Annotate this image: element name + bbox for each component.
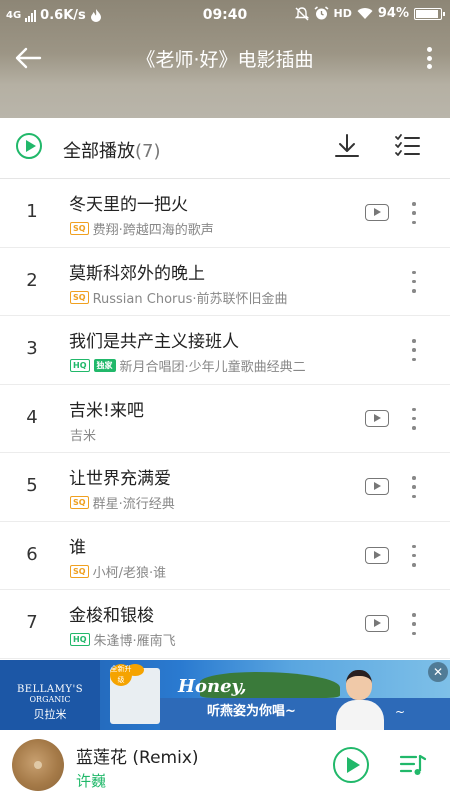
wifi-icon bbox=[357, 8, 373, 19]
song-index: 7 bbox=[26, 612, 38, 633]
song-row[interactable]: 7 金梭和银梭 HQ 朱逢博·雁南飞 bbox=[0, 590, 450, 659]
song-title: 金梭和银梭 bbox=[69, 606, 154, 626]
song-more-icon[interactable] bbox=[410, 544, 418, 567]
ad-signature-image: ~ bbox=[395, 705, 406, 719]
status-right: HD 94% bbox=[294, 6, 445, 21]
navbar: 《老师·好》电影插曲 bbox=[0, 36, 450, 80]
song-title: 我们是共产主义接班人 bbox=[69, 332, 239, 352]
song-more-icon[interactable] bbox=[410, 476, 418, 498]
quality-badge: SQ bbox=[70, 290, 89, 304]
play-all-label: 全部播放 bbox=[63, 141, 135, 162]
battery-percent: 94% bbox=[377, 6, 409, 21]
song-row[interactable]: 1 冬天里的一把火 SQ 费翔·跨越四海的歌声 bbox=[0, 179, 450, 248]
more-menu-button[interactable] bbox=[422, 44, 436, 72]
song-index: 6 bbox=[26, 543, 38, 565]
multi-select-icon[interactable] bbox=[393, 132, 421, 160]
song-title: 让世界充满爱 bbox=[69, 469, 171, 489]
song-subtitle: SQ 费翔·跨越四海的歌声 bbox=[70, 219, 214, 238]
song-more-icon[interactable] bbox=[410, 270, 418, 293]
now-playing-artist: 许巍 bbox=[76, 772, 107, 790]
song-index: 3 bbox=[26, 338, 38, 359]
song-row[interactable]: 6 谁 SQ 小柯/老狼·谁 bbox=[0, 522, 450, 590]
song-subtitle: 吉米 bbox=[70, 425, 96, 444]
song-more-icon[interactable] bbox=[410, 202, 418, 224]
ad-person-image bbox=[332, 666, 388, 730]
download-icon[interactable] bbox=[333, 132, 361, 160]
ad-banner[interactable]: BELLAMY'S ORGANIC 贝拉米 全新升级 Honey, 听燕姿为你唱… bbox=[0, 660, 450, 730]
song-index: 5 bbox=[26, 475, 38, 496]
play-all-bar: 全部播放(7) bbox=[0, 118, 450, 179]
ad-slogan: 听燕姿为你唱~ bbox=[207, 704, 296, 719]
header: 4G 0.6K/s 09:40 HD 94% 《老师·好》电影插曲 bbox=[0, 0, 450, 118]
hd-indicator: HD bbox=[333, 7, 352, 20]
song-title: 吉米!来吧 bbox=[69, 400, 144, 421]
ad-close-button[interactable]: ✕ bbox=[428, 662, 448, 682]
song-title: 谁 bbox=[69, 537, 86, 558]
song-subtitle: SQ 群星·流行经典 bbox=[70, 493, 175, 512]
song-artist-album: 新月合唱团·少年儿童歌曲经典二 bbox=[119, 360, 306, 375]
exclusive-badge: 独家 bbox=[93, 359, 116, 372]
album-cover[interactable] bbox=[12, 739, 64, 791]
song-index: 2 bbox=[26, 269, 38, 291]
page-title: 《老师·好》电影插曲 bbox=[136, 49, 314, 71]
song-artist-album: 群星·流行经典 bbox=[92, 497, 175, 512]
status-bar: 4G 0.6K/s 09:40 HD 94% bbox=[0, 0, 450, 32]
song-count: (7) bbox=[135, 141, 161, 162]
song-subtitle: HQ 独家 新月合唱团·少年儿童歌曲经典二 bbox=[70, 356, 306, 375]
song-row[interactable]: 3 我们是共产主义接班人 HQ 独家 新月合唱团·少年儿童歌曲经典二 bbox=[0, 316, 450, 385]
song-subtitle: SQ Russian Chorus·前苏联怀旧金曲 bbox=[70, 288, 288, 307]
playlist-icon[interactable] bbox=[398, 750, 428, 780]
mv-play-icon[interactable] bbox=[365, 615, 389, 632]
song-subtitle: SQ 小柯/老狼·谁 bbox=[70, 562, 166, 581]
song-index: 1 bbox=[26, 201, 38, 222]
ad-brand-cn: 贝拉米 bbox=[33, 708, 67, 721]
song-row[interactable]: 4 吉米!来吧吉米 bbox=[0, 385, 450, 453]
song-artist-album: 小柯/老狼·谁 bbox=[92, 565, 167, 581]
play-button[interactable] bbox=[333, 747, 369, 783]
mv-play-icon[interactable] bbox=[365, 409, 389, 427]
ad-brand-line1: BELLAMY'S bbox=[16, 684, 84, 695]
song-artist-album: 费翔·跨越四海的歌声 bbox=[92, 223, 214, 238]
mute-bell-icon bbox=[294, 6, 309, 20]
song-list: 1 冬天里的一把火 SQ 费翔·跨越四海的歌声 2 莫斯科郊外的晚上 SQ Russian C… bbox=[0, 179, 450, 659]
song-more-icon[interactable] bbox=[410, 613, 418, 635]
song-row[interactable]: 2 莫斯科郊外的晚上 SQ Russian Chorus·前苏联怀旧金曲 bbox=[0, 248, 450, 316]
now-playing-title: 蓝莲花 (Remix) bbox=[76, 748, 199, 768]
mini-player[interactable]: 蓝莲花 (Remix) 许巍 bbox=[0, 730, 450, 800]
ad-upgrade-badge: 全新升级 bbox=[110, 664, 132, 686]
mv-play-icon[interactable] bbox=[365, 546, 389, 564]
quality-badge: SQ bbox=[70, 564, 89, 578]
quality-badge: SQ bbox=[70, 222, 89, 235]
quality-badge: HQ bbox=[70, 359, 90, 372]
mv-play-icon[interactable] bbox=[365, 204, 389, 221]
ad-headline: Honey, bbox=[178, 676, 247, 697]
mv-play-icon[interactable] bbox=[365, 478, 389, 495]
song-index: 4 bbox=[26, 406, 38, 428]
song-artist-album: Russian Chorus·前苏联怀旧金曲 bbox=[92, 291, 288, 307]
ad-brand-logo: BELLAMY'S ORGANIC 贝拉米 bbox=[0, 660, 100, 730]
song-title: 冬天里的一把火 bbox=[69, 195, 188, 215]
alarm-icon bbox=[314, 6, 328, 20]
play-all-icon[interactable] bbox=[16, 133, 42, 159]
ad-sea-image bbox=[160, 698, 450, 730]
ad-brand-line2: ORGANIC bbox=[29, 695, 71, 704]
quality-badge: HQ bbox=[70, 633, 90, 646]
song-subtitle: HQ 朱逢博·雁南飞 bbox=[70, 630, 176, 649]
song-artist-album: 朱逢博·雁南飞 bbox=[93, 634, 176, 649]
song-artist-album: 吉米 bbox=[70, 428, 97, 444]
battery-icon bbox=[414, 7, 445, 20]
quality-badge: SQ bbox=[70, 496, 89, 509]
song-row[interactable]: 5 让世界充满爱 SQ 群星·流行经典 bbox=[0, 453, 450, 522]
song-more-icon[interactable] bbox=[410, 339, 418, 361]
song-more-icon[interactable] bbox=[410, 407, 418, 430]
song-title: 莫斯科郊外的晚上 bbox=[69, 263, 205, 284]
play-all-button[interactable]: 全部播放(7) bbox=[63, 137, 161, 163]
